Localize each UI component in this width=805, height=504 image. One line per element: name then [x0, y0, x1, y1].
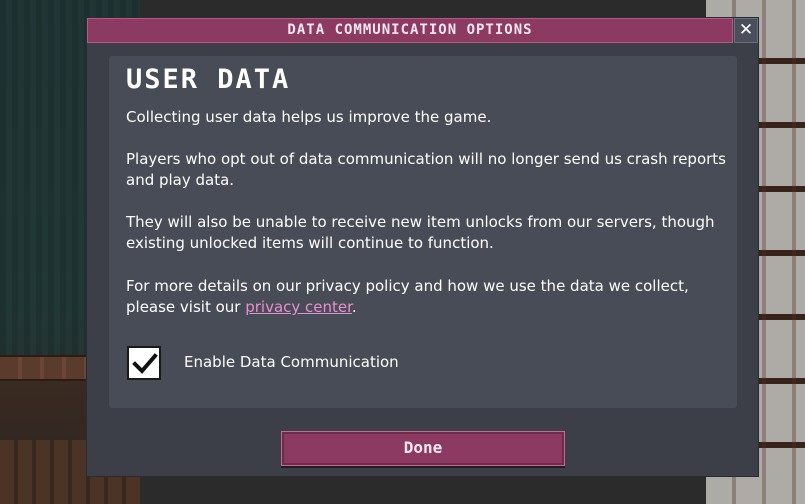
close-button[interactable]: ✕	[734, 18, 758, 43]
data-communication-dialog: DATA COMMUNICATION OPTIONS ✕ USER DATA C…	[87, 18, 758, 476]
enable-data-communication-checkbox[interactable]	[127, 346, 161, 380]
paragraph-opt-out: Players who opt out of data communicatio…	[126, 150, 726, 189]
close-icon: ✕	[738, 20, 754, 40]
paragraph-unlocks: They will also be unable to receive new …	[126, 213, 715, 252]
checkbox-label: Enable Data Communication	[184, 353, 399, 371]
paragraph-intro: Collecting user data helps us improve th…	[126, 108, 492, 126]
privacy-text-end: .	[351, 298, 357, 316]
user-data-panel: USER DATA Collecting user data helps us …	[109, 56, 737, 408]
paragraph-privacy: For more details on our privacy policy a…	[126, 276, 726, 318]
checkmark-icon	[132, 353, 158, 374]
section-heading: USER DATA	[126, 64, 291, 95]
dialog-title: DATA COMMUNICATION OPTIONS	[87, 18, 733, 43]
privacy-center-link[interactable]: privacy center	[245, 298, 352, 316]
privacy-text: For more details on our privacy policy a…	[126, 277, 689, 316]
done-button[interactable]: Done	[281, 431, 565, 466]
